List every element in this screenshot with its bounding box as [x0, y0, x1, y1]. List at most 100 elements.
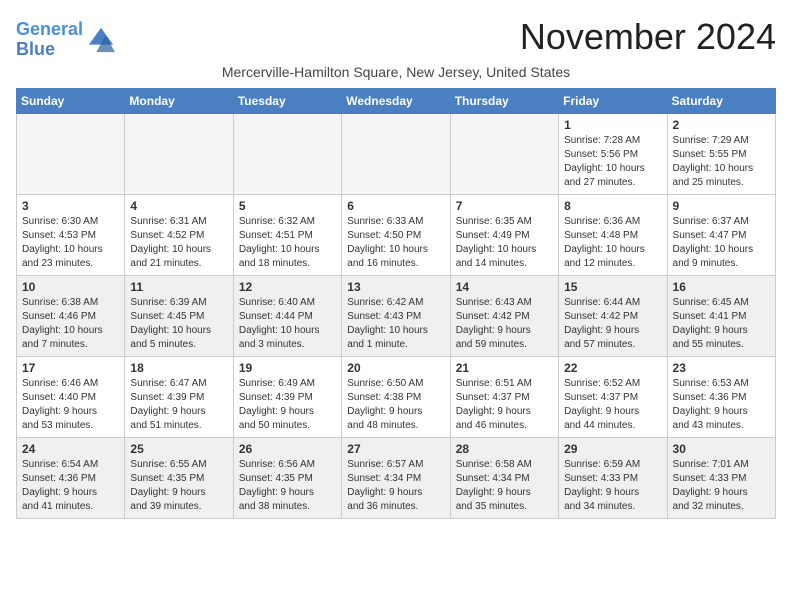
cell-details: Sunrise: 6:35 AM Sunset: 4:49 PM Dayligh… — [456, 215, 553, 271]
cell-details: Sunrise: 6:36 AM Sunset: 4:48 PM Dayligh… — [564, 215, 661, 271]
day-number: 18 — [130, 361, 227, 375]
calendar-cell: 7 Sunrise: 6:35 AM Sunset: 4:49 PM Daylig… — [450, 194, 558, 275]
cell-details: Sunrise: 6:43 AM Sunset: 4:42 PM Dayligh… — [456, 296, 553, 352]
page-header: General Blue November 2024 — [16, 16, 776, 60]
calendar-cell — [342, 113, 450, 194]
calendar-week-4: 17 Sunrise: 6:46 AM Sunset: 4:40 PM Dayli… — [17, 356, 776, 437]
cell-details: Sunrise: 6:54 AM Sunset: 4:36 PM Dayligh… — [22, 458, 119, 514]
cell-details: Sunrise: 6:51 AM Sunset: 4:37 PM Dayligh… — [456, 377, 553, 433]
calendar-cell: 16 Sunrise: 6:45 AM Sunset: 4:41 PM Dayli… — [667, 275, 775, 356]
calendar-cell: 21 Sunrise: 6:51 AM Sunset: 4:37 PM Dayli… — [450, 356, 558, 437]
day-number: 29 — [564, 442, 661, 456]
cell-details: Sunrise: 6:52 AM Sunset: 4:37 PM Dayligh… — [564, 377, 661, 433]
cell-details: Sunrise: 7:29 AM Sunset: 5:55 PM Dayligh… — [673, 134, 770, 190]
day-number: 16 — [673, 280, 770, 294]
calendar-week-3: 10Sunrise: 6:38 AM Sunset: 4:46 PM Dayli… — [17, 275, 776, 356]
title-block: November 2024 — [520, 16, 776, 58]
day-number: 20 — [347, 361, 444, 375]
cell-details: Sunrise: 6:44 AM Sunset: 4:42 PM Dayligh… — [564, 296, 661, 352]
cell-details: Sunrise: 6:53 AM Sunset: 4:36 PM Dayligh… — [673, 377, 770, 433]
day-number: 6 — [347, 199, 444, 213]
month-title: November 2024 — [520, 16, 776, 58]
logo-line1: General — [16, 20, 83, 40]
calendar-cell: 2 Sunrise: 7:29 AM Sunset: 5:55 PM Daylig… — [667, 113, 775, 194]
day-number: 14 — [456, 280, 553, 294]
calendar-cell — [125, 113, 233, 194]
calendar-cell: 13Sunrise: 6:42 AM Sunset: 4:43 PM Dayli… — [342, 275, 450, 356]
calendar-cell — [17, 113, 125, 194]
cell-details: Sunrise: 6:45 AM Sunset: 4:41 PM Dayligh… — [673, 296, 770, 352]
calendar-cell: 10Sunrise: 6:38 AM Sunset: 4:46 PM Dayli… — [17, 275, 125, 356]
subtitle: Mercerville-Hamilton Square, New Jersey,… — [16, 64, 776, 80]
day-number: 26 — [239, 442, 336, 456]
day-number: 30 — [673, 442, 770, 456]
header-monday: Monday — [125, 88, 233, 113]
calendar-cell — [233, 113, 341, 194]
cell-details: Sunrise: 7:28 AM Sunset: 5:56 PM Dayligh… — [564, 134, 661, 190]
calendar-week-1: 1 Sunrise: 7:28 AM Sunset: 5:56 PM Daylig… — [17, 113, 776, 194]
cell-details: Sunrise: 6:32 AM Sunset: 4:51 PM Dayligh… — [239, 215, 336, 271]
cell-details: Sunrise: 7:01 AM Sunset: 4:33 PM Dayligh… — [673, 458, 770, 514]
cell-details: Sunrise: 6:33 AM Sunset: 4:50 PM Dayligh… — [347, 215, 444, 271]
day-number: 9 — [673, 199, 770, 213]
day-number: 25 — [130, 442, 227, 456]
calendar-table: SundayMondayTuesdayWednesdayThursdayFrid… — [16, 88, 776, 519]
calendar-cell: 23 Sunrise: 6:53 AM Sunset: 4:36 PM Dayli… — [667, 356, 775, 437]
day-number: 28 — [456, 442, 553, 456]
calendar-cell: 28 Sunrise: 6:58 AM Sunset: 4:34 PM Dayli… — [450, 437, 558, 518]
day-number: 1 — [564, 118, 661, 132]
calendar-header-row: SundayMondayTuesdayWednesdayThursdayFrid… — [17, 88, 776, 113]
calendar-cell: 9 Sunrise: 6:37 AM Sunset: 4:47 PM Daylig… — [667, 194, 775, 275]
calendar-cell: 1 Sunrise: 7:28 AM Sunset: 5:56 PM Daylig… — [559, 113, 667, 194]
cell-details: Sunrise: 6:55 AM Sunset: 4:35 PM Dayligh… — [130, 458, 227, 514]
calendar-cell: 4Sunrise: 6:31 AM Sunset: 4:52 PM Daylig… — [125, 194, 233, 275]
cell-details: Sunrise: 6:57 AM Sunset: 4:34 PM Dayligh… — [347, 458, 444, 514]
calendar-cell: 27 Sunrise: 6:57 AM Sunset: 4:34 PM Dayli… — [342, 437, 450, 518]
day-number: 5 — [239, 199, 336, 213]
cell-details: Sunrise: 6:58 AM Sunset: 4:34 PM Dayligh… — [456, 458, 553, 514]
calendar-cell: 5 Sunrise: 6:32 AM Sunset: 4:51 PM Daylig… — [233, 194, 341, 275]
cell-details: Sunrise: 6:49 AM Sunset: 4:39 PM Dayligh… — [239, 377, 336, 433]
header-friday: Friday — [559, 88, 667, 113]
cell-details: Sunrise: 6:56 AM Sunset: 4:35 PM Dayligh… — [239, 458, 336, 514]
calendar-cell: 17 Sunrise: 6:46 AM Sunset: 4:40 PM Dayli… — [17, 356, 125, 437]
calendar-cell: 29 Sunrise: 6:59 AM Sunset: 4:33 PM Dayli… — [559, 437, 667, 518]
day-number: 27 — [347, 442, 444, 456]
calendar-cell: 15 Sunrise: 6:44 AM Sunset: 4:42 PM Dayli… — [559, 275, 667, 356]
day-number: 17 — [22, 361, 119, 375]
header-sunday: Sunday — [17, 88, 125, 113]
calendar-cell: 14 Sunrise: 6:43 AM Sunset: 4:42 PM Dayli… — [450, 275, 558, 356]
logo-icon — [87, 26, 115, 54]
day-number: 8 — [564, 199, 661, 213]
cell-details: Sunrise: 6:59 AM Sunset: 4:33 PM Dayligh… — [564, 458, 661, 514]
header-thursday: Thursday — [450, 88, 558, 113]
cell-details: Sunrise: 6:47 AM Sunset: 4:39 PM Dayligh… — [130, 377, 227, 433]
calendar-cell: 24Sunrise: 6:54 AM Sunset: 4:36 PM Dayli… — [17, 437, 125, 518]
cell-details: Sunrise: 6:30 AM Sunset: 4:53 PM Dayligh… — [22, 215, 119, 271]
calendar-cell: 20Sunrise: 6:50 AM Sunset: 4:38 PM Dayli… — [342, 356, 450, 437]
calendar-cell: 25 Sunrise: 6:55 AM Sunset: 4:35 PM Dayli… — [125, 437, 233, 518]
calendar-week-2: 3 Sunrise: 6:30 AM Sunset: 4:53 PM Daylig… — [17, 194, 776, 275]
day-number: 21 — [456, 361, 553, 375]
calendar-cell: 26 Sunrise: 6:56 AM Sunset: 4:35 PM Dayli… — [233, 437, 341, 518]
calendar-cell: 19 Sunrise: 6:49 AM Sunset: 4:39 PM Dayli… — [233, 356, 341, 437]
header-saturday: Saturday — [667, 88, 775, 113]
calendar-cell: 12Sunrise: 6:40 AM Sunset: 4:44 PM Dayli… — [233, 275, 341, 356]
day-number: 23 — [673, 361, 770, 375]
day-number: 2 — [673, 118, 770, 132]
day-number: 7 — [456, 199, 553, 213]
logo-line2: Blue — [16, 40, 83, 60]
day-number: 4 — [130, 199, 227, 213]
day-number: 19 — [239, 361, 336, 375]
calendar-cell: 18 Sunrise: 6:47 AM Sunset: 4:39 PM Dayli… — [125, 356, 233, 437]
calendar-cell — [450, 113, 558, 194]
header-tuesday: Tuesday — [233, 88, 341, 113]
calendar-cell: 8 Sunrise: 6:36 AM Sunset: 4:48 PM Daylig… — [559, 194, 667, 275]
header-wednesday: Wednesday — [342, 88, 450, 113]
calendar-cell: 6 Sunrise: 6:33 AM Sunset: 4:50 PM Daylig… — [342, 194, 450, 275]
day-number: 15 — [564, 280, 661, 294]
cell-details: Sunrise: 6:37 AM Sunset: 4:47 PM Dayligh… — [673, 215, 770, 271]
day-number: 3 — [22, 199, 119, 213]
cell-details: Sunrise: 6:46 AM Sunset: 4:40 PM Dayligh… — [22, 377, 119, 433]
cell-details: Sunrise: 6:40 AM Sunset: 4:44 PM Dayligh… — [239, 296, 336, 352]
